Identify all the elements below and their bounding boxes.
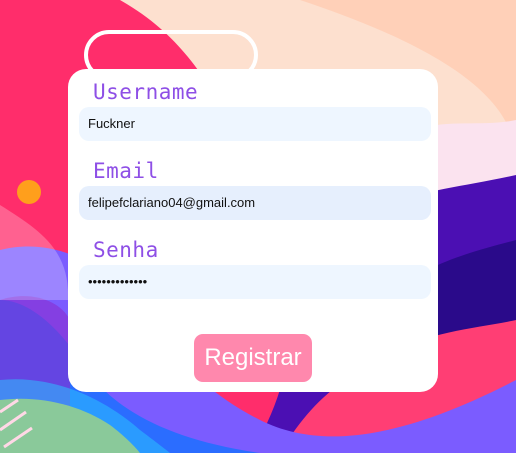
username-label: Username <box>93 80 199 104</box>
password-label: Senha <box>93 238 159 262</box>
username-input[interactable]: Fuckner <box>79 107 431 141</box>
email-input[interactable]: felipefclariano04@gmail.com <box>79 186 431 220</box>
registration-form: Username Fuckner Email felipefclariano04… <box>68 69 438 392</box>
email-label: Email <box>93 159 159 183</box>
register-button[interactable]: Registrar <box>194 334 312 382</box>
password-input[interactable]: ••••••••••••• <box>79 265 431 299</box>
